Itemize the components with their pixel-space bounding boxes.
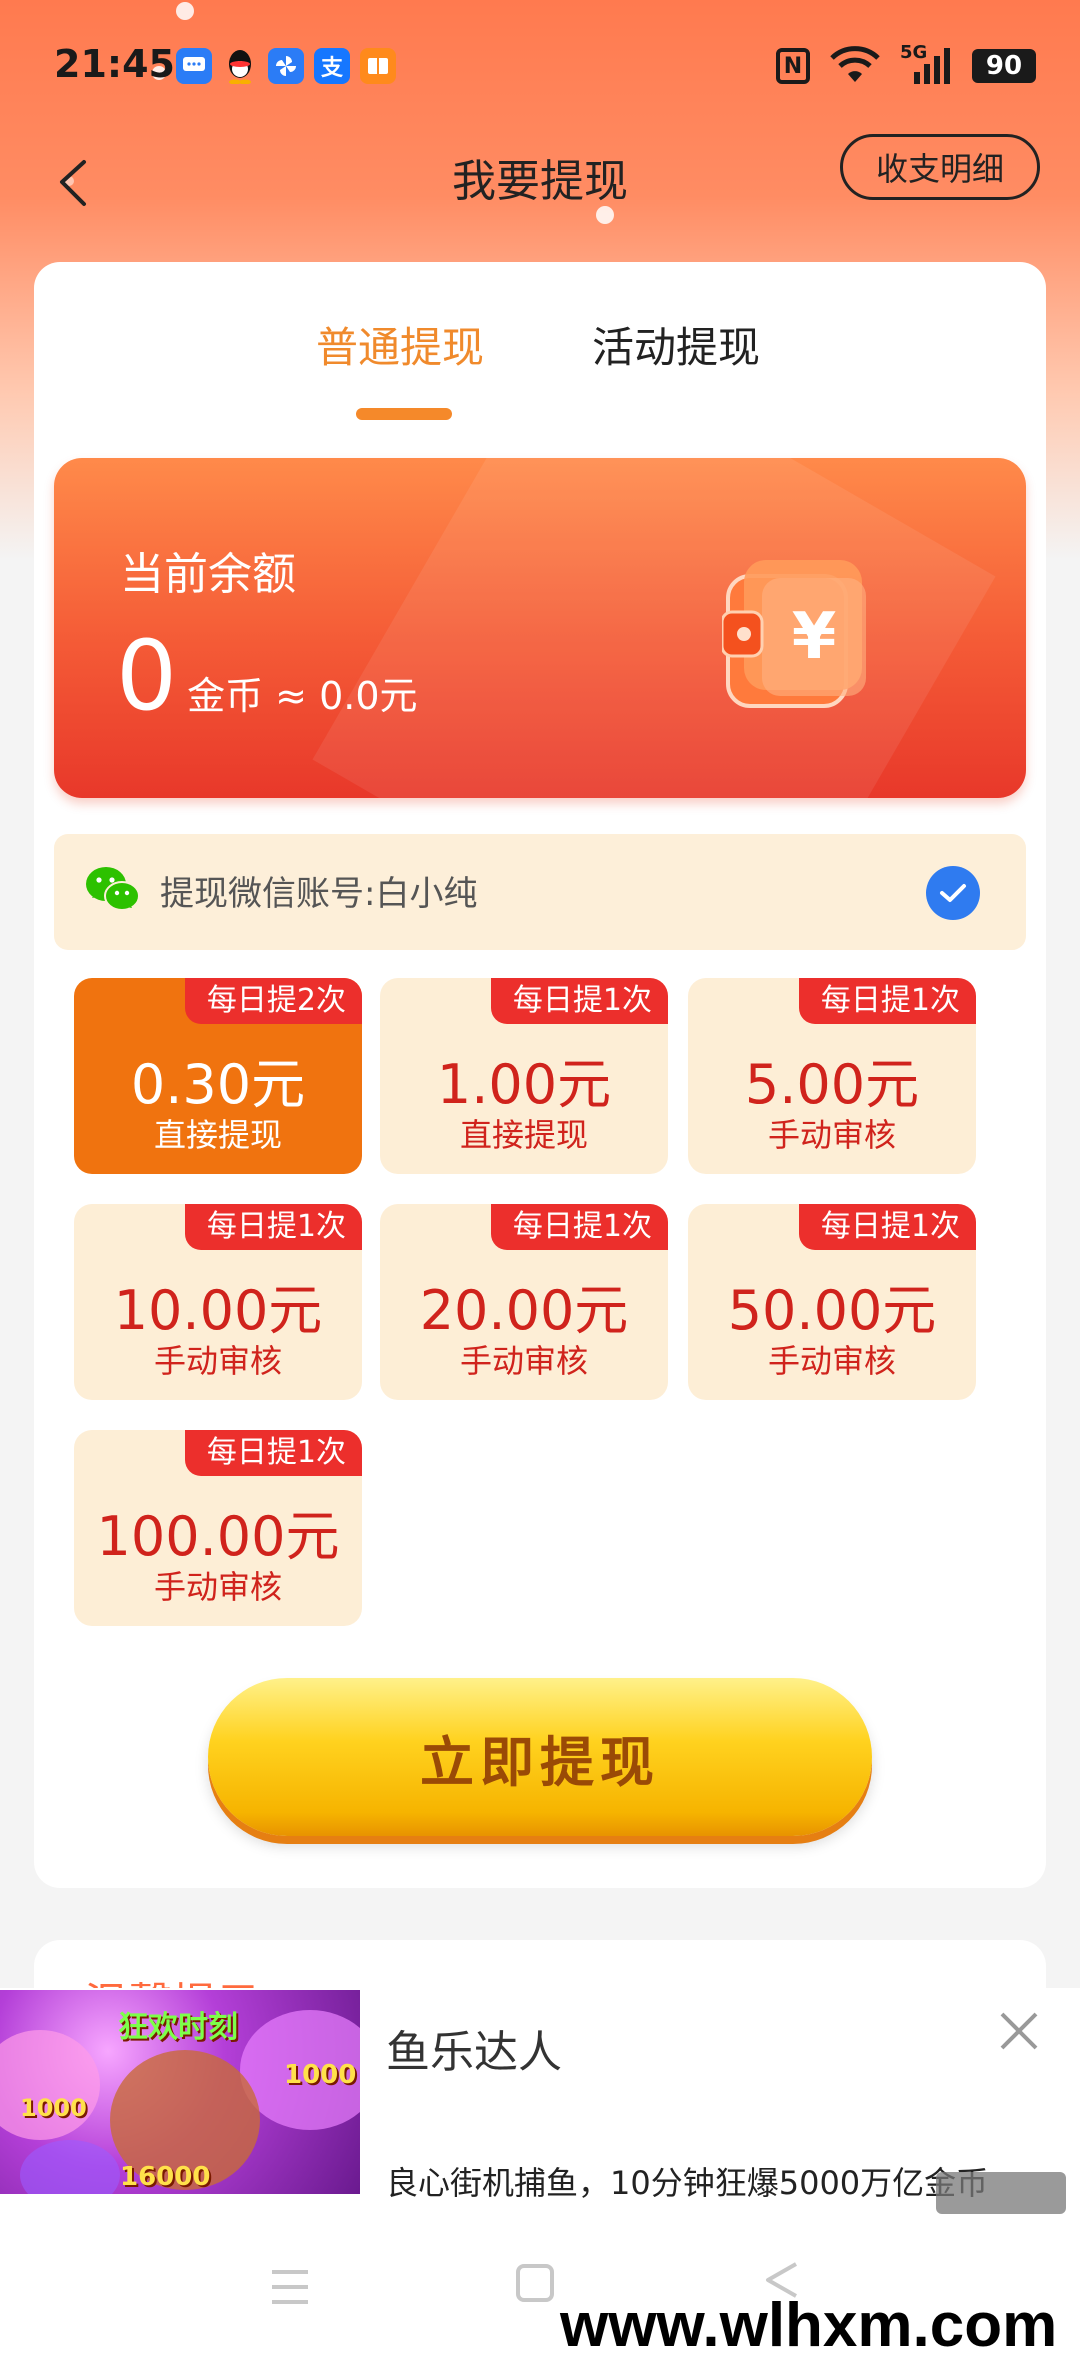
amount-option-card[interactable]: 每日提1次 5.00元 手动审核 — [688, 978, 976, 1174]
ad-description: 良心街机捕鱼，10分钟狂爆5000万亿金币 — [386, 2164, 989, 2202]
wechat-icon — [86, 867, 140, 911]
daily-limit-badge: 每日提2次 — [184, 978, 362, 1024]
ad-image-number: 1000 — [20, 2094, 87, 2122]
amount-value: 5.00元 — [744, 1053, 920, 1116]
watermark: www.wlhxm.com — [560, 2291, 1058, 2360]
wechat-account-row[interactable]: 提现微信账号:白小纯 — [54, 834, 1026, 950]
notification-icons: 支 — [176, 48, 396, 84]
daily-limit-badge: 每日提1次 — [798, 1204, 976, 1250]
home-icon[interactable] — [516, 2264, 554, 2302]
amount-option-card[interactable]: 每日提2次 0.30元 直接提现 — [74, 978, 362, 1174]
amount-method: 手动审核 — [153, 1342, 282, 1380]
battery-indicator: 90 — [972, 49, 1036, 83]
wallet-icon: ¥ — [722, 560, 866, 708]
tab-activity-withdraw[interactable]: 活动提现 — [592, 314, 760, 375]
balance-row: 0 金币 ≈ 0.0元 — [116, 628, 418, 724]
daily-limit-badge: 每日提1次 — [184, 1430, 362, 1476]
ad-banner[interactable]: 狂欢时刻 1000 16000 1000 鱼乐达人 良心街机捕鱼，10分钟狂爆5… — [0, 1988, 1080, 2216]
withdraw-now-button[interactable]: 立即提现 — [208, 1678, 872, 1836]
tab-normal-withdraw[interactable]: 普通提现 — [316, 314, 484, 375]
daily-limit-badge: 每日提1次 — [798, 978, 976, 1024]
message-icon — [176, 48, 212, 84]
balance-card: 当前余额 0 金币 ≈ 0.0元 ¥ — [54, 458, 1026, 798]
amount-method: 手动审核 — [459, 1342, 588, 1380]
pinwheel-app-icon — [268, 48, 304, 84]
amount-method: 手动审核 — [767, 1116, 896, 1154]
active-tab-indicator — [356, 408, 452, 420]
balance-label: 当前余额 — [120, 549, 296, 600]
amount-value: 50.00元 — [727, 1279, 937, 1342]
status-time: 21:45 — [54, 42, 175, 86]
ad-title: 鱼乐达人 — [386, 2027, 562, 2078]
qq-icon — [222, 48, 258, 84]
daily-limit-badge: 每日提1次 — [490, 1204, 668, 1250]
withdraw-tabs: 普通提现 活动提现 — [34, 314, 1046, 424]
daily-limit-badge: 每日提1次 — [490, 978, 668, 1024]
amount-option-card[interactable]: 每日提1次 20.00元 手动审核 — [380, 1204, 668, 1400]
ad-tag — [936, 2172, 1066, 2214]
balance-unit: 金币 ≈ 0.0元 — [187, 674, 418, 718]
balance-value: 0 — [116, 620, 178, 732]
system-icons: N 5G 90 — [776, 42, 1036, 86]
ad-image-number: 1000 — [284, 2060, 357, 2090]
amount-value: 10.00元 — [113, 1279, 323, 1342]
amount-option-card[interactable]: 每日提1次 1.00元 直接提现 — [380, 978, 668, 1174]
cellular-signal: 5G — [900, 42, 954, 86]
alipay-icon: 支 — [314, 48, 350, 84]
amount-option-card[interactable]: 每日提1次 50.00元 手动审核 — [688, 1204, 976, 1400]
amount-value: 1.00元 — [436, 1053, 612, 1116]
wifi-icon — [830, 46, 880, 82]
withdraw-card: 普通提现 活动提现 当前余额 0 金币 ≈ 0.0元 ¥ 提现微信账号:白小纯 … — [34, 262, 1046, 1888]
wechat-account-text: 提现微信账号:白小纯 — [160, 874, 478, 914]
check-icon[interactable] — [926, 866, 980, 920]
amount-value: 20.00元 — [419, 1279, 629, 1342]
amount-option-card[interactable]: 每日提1次 10.00元 手动审核 — [74, 1204, 362, 1400]
amount-value: 0.30元 — [130, 1053, 306, 1116]
navigation-bar: 我要提现 收支明细 — [0, 130, 1080, 240]
amount-method: 手动审核 — [767, 1342, 896, 1380]
close-icon[interactable] — [994, 2006, 1044, 2056]
menu-icon[interactable] — [270, 2268, 310, 2306]
nfc-icon: N — [776, 48, 810, 84]
book-app-icon — [360, 48, 396, 84]
svg-text:¥: ¥ — [792, 600, 837, 674]
amount-method: 手动审核 — [153, 1568, 282, 1606]
ad-image-banner-text: 狂欢时刻 — [118, 2010, 238, 2045]
ad-image-number: 16000 — [120, 2162, 211, 2192]
status-bar: 21:45 支 N 5G 90 — [0, 0, 1080, 130]
income-expense-details-button[interactable]: 收支明细 — [840, 134, 1040, 200]
amount-method: 直接提现 — [459, 1116, 588, 1154]
amount-option-card[interactable]: 每日提1次 100.00元 手动审核 — [74, 1430, 362, 1626]
amount-method: 直接提现 — [153, 1116, 282, 1154]
ad-image[interactable]: 狂欢时刻 1000 16000 1000 — [0, 1990, 360, 2194]
daily-limit-badge: 每日提1次 — [184, 1204, 362, 1250]
signal-bars-icon — [914, 48, 950, 84]
amount-value: 100.00元 — [96, 1505, 340, 1568]
